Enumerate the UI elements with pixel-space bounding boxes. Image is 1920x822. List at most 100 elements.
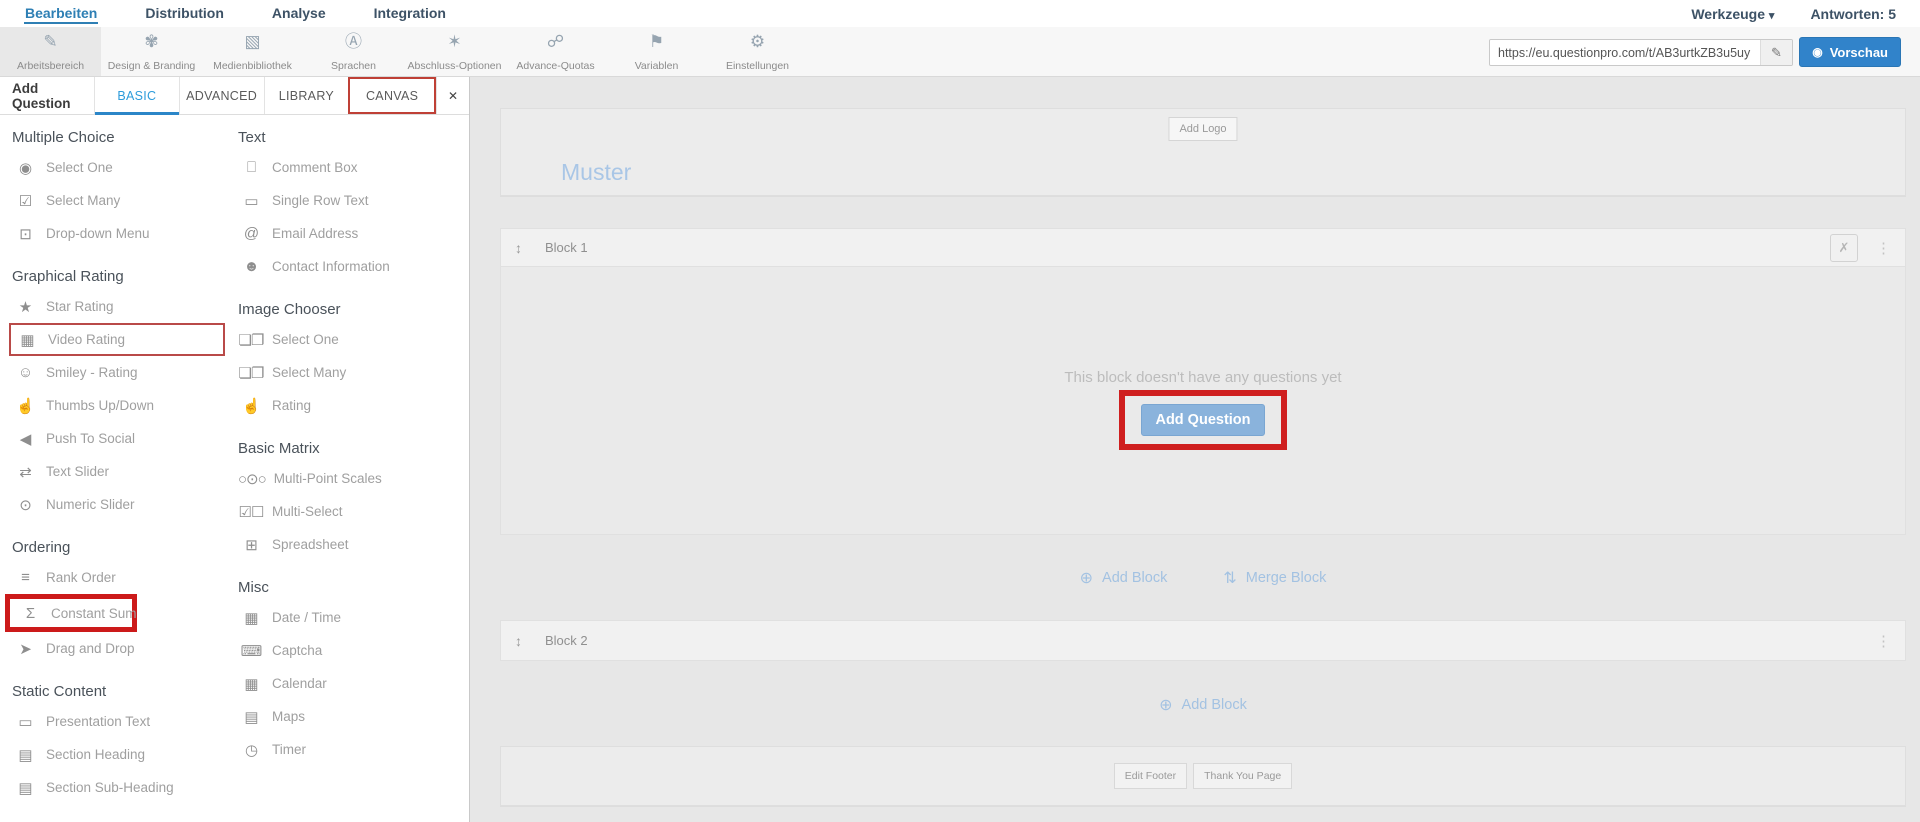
question-type-contact-information[interactable]: ☻ Contact Information: [238, 250, 458, 283]
drag-cursor-icon: ➤: [12, 640, 38, 658]
tab-library[interactable]: LIBRARY: [264, 77, 349, 114]
edit-footer-button[interactable]: Edit Footer: [1114, 763, 1187, 789]
heading-icon: ▤: [12, 746, 38, 764]
numeric-slider-icon: ⊙: [12, 496, 38, 514]
close-panel-button[interactable]: ✕: [436, 77, 469, 114]
question-type-multi-select[interactable]: ☑☐ Multi-Select: [238, 495, 458, 528]
edit-url-button[interactable]: ✎: [1760, 40, 1792, 65]
toolbar-item-label: Abschluss-Optionen: [408, 60, 502, 72]
responses-count[interactable]: Antworten: 5: [1810, 6, 1896, 22]
question-type-image-rating[interactable]: ☝ Rating: [238, 389, 458, 422]
question-type-label: Spreadsheet: [272, 537, 349, 552]
question-type-constant-sum[interactable]: Σ Constant Sum: [5, 594, 137, 632]
question-type-label: Video Rating: [48, 332, 125, 347]
question-type-maps[interactable]: ▤ Maps: [238, 700, 458, 733]
add-block-row-2: ⊕ Add Block: [500, 693, 1906, 717]
toolbar-item-arbeitsbereich[interactable]: ✎ Arbeitsbereich: [0, 27, 101, 76]
toolbar-item-design-branding[interactable]: ✾ Design & Branding: [101, 27, 202, 76]
toolbar-item-einstellungen[interactable]: ⚙ Einstellungen: [707, 27, 808, 76]
add-question-button[interactable]: Add Question: [1141, 404, 1264, 436]
question-type-image-select-one[interactable]: ❏❐ Select One: [238, 323, 458, 356]
toolbar-item-abschluss-optionen[interactable]: ✶ Abschluss-Optionen: [404, 27, 505, 76]
question-type-select-one[interactable]: ◉ Select One: [12, 151, 238, 184]
toolbar-item-sprachen[interactable]: Ⓐ Sprachen: [303, 27, 404, 76]
randomize-questions-button[interactable]: ✗: [1830, 234, 1858, 262]
question-type-email-address[interactable]: @ Email Address: [238, 217, 458, 250]
add-block-button[interactable]: ⊕ Add Block: [1080, 568, 1168, 588]
question-type-date-time[interactable]: ▦ Date / Time: [238, 601, 458, 634]
tools-dropdown[interactable]: Werkzeuge ▾: [1691, 6, 1774, 22]
question-type-calendar[interactable]: ▦ Calendar: [238, 667, 458, 700]
question-type-drag-and-drop[interactable]: ➤ Drag and Drop: [12, 632, 238, 665]
add-logo-button[interactable]: Add Logo: [1168, 117, 1237, 141]
tab-canvas[interactable]: CANVAS: [348, 77, 436, 114]
question-type-select-many[interactable]: ☑ Select Many: [12, 184, 238, 217]
question-type-captcha[interactable]: ⌨ Captcha: [238, 634, 458, 667]
plus-circle-icon: ⊕: [1080, 568, 1093, 588]
section-title-graphical-rating: Graphical Rating: [12, 268, 238, 285]
question-type-section-heading[interactable]: ▤ Section Heading: [12, 738, 238, 771]
question-type-label: Timer: [272, 742, 306, 757]
nav-tab-distribution[interactable]: Distribution: [144, 3, 225, 24]
nav-tab-integration[interactable]: Integration: [373, 3, 447, 24]
add-block-button-2[interactable]: ⊕ Add Block: [1159, 695, 1247, 715]
survey-canvas: Add Logo Muster ↕ Block 1 ✗ ⋮ This block…: [470, 77, 1920, 822]
question-type-image-select-many[interactable]: ❏❐ Select Many: [238, 356, 458, 389]
thumbs-icon: ☝: [12, 397, 38, 415]
nav-tab-bearbeiten[interactable]: Bearbeiten: [24, 3, 98, 24]
languages-icon: Ⓐ: [345, 32, 362, 52]
question-type-thumbs-up-down[interactable]: ☝ Thumbs Up/Down: [12, 389, 238, 422]
toolbar-item-label: Medienbibliothek: [213, 60, 292, 72]
question-type-dropdown-menu[interactable]: ⊡ Drop-down Menu: [12, 217, 238, 250]
merge-icon: ⇅: [1223, 568, 1236, 588]
tab-basic[interactable]: BASIC: [94, 77, 179, 114]
image-select-many-icon: ❏❐: [238, 364, 264, 382]
merge-block-button[interactable]: ⇅ Merge Block: [1223, 568, 1326, 588]
survey-url-input[interactable]: [1490, 40, 1760, 65]
finish-options-icon: ✶: [447, 32, 461, 52]
at-icon: @: [238, 225, 264, 242]
question-type-presentation-text[interactable]: ▭ Presentation Text: [12, 705, 238, 738]
preview-button[interactable]: ◉ Vorschau: [1799, 37, 1901, 67]
block-1-menu-icon[interactable]: ⋮: [1876, 239, 1891, 257]
question-type-multi-point-scales[interactable]: ○⊙○ Multi-Point Scales: [238, 462, 458, 495]
question-type-label: Select Many: [272, 365, 346, 380]
question-type-numeric-slider[interactable]: ⊙ Numeric Slider: [12, 488, 238, 521]
block-2-name[interactable]: Block 2: [545, 633, 588, 648]
collapse-block-icon[interactable]: ↕: [515, 240, 531, 256]
dropdown-icon: ⊡: [12, 225, 38, 243]
block-1-name[interactable]: Block 1: [545, 240, 588, 255]
single-row-icon: ▭: [238, 192, 264, 210]
tools-dropdown-label: Werkzeuge: [1691, 6, 1765, 22]
toolbar-item-advance-quotas[interactable]: ☍ Advance-Quotas: [505, 27, 606, 76]
question-type-single-row-text[interactable]: ▭ Single Row Text: [238, 184, 458, 217]
expand-block-icon[interactable]: ↕: [515, 633, 531, 649]
nav-tab-analyse[interactable]: Analyse: [271, 3, 327, 24]
question-type-smiley-rating[interactable]: ☺ Smiley - Rating: [12, 356, 238, 389]
toolbar-item-medienbibliothek[interactable]: ▧ Medienbibliothek: [202, 27, 303, 76]
question-type-timer[interactable]: ◷ Timer: [238, 733, 458, 766]
image-select-one-icon: ❏❐: [238, 331, 264, 349]
toolbar-item-label: Sprachen: [331, 60, 376, 72]
tab-advanced[interactable]: ADVANCED: [179, 77, 264, 114]
thank-you-page-button[interactable]: Thank You Page: [1193, 763, 1292, 789]
multi-select-icon: ☑☐: [238, 503, 264, 521]
question-type-video-rating[interactable]: ▦ Video Rating: [9, 323, 225, 356]
block-2-menu-icon[interactable]: ⋮: [1876, 632, 1891, 650]
film-icon: ▦: [14, 331, 40, 349]
question-type-text-slider[interactable]: ⇄ Text Slider: [12, 455, 238, 488]
question-type-label: Calendar: [272, 676, 327, 691]
question-type-rank-order[interactable]: ≡ Rank Order: [12, 561, 238, 594]
question-type-spreadsheet[interactable]: ⊞ Spreadsheet: [238, 528, 458, 561]
question-type-section-sub-heading[interactable]: ▤ Section Sub-Heading: [12, 771, 238, 804]
question-type-label: Rating: [272, 398, 311, 413]
survey-title[interactable]: Muster: [561, 159, 631, 186]
question-type-comment-box[interactable]: ⎕ Comment Box: [238, 151, 458, 184]
toolbar-item-variablen[interactable]: ⚑ Variablen: [606, 27, 707, 76]
toolbar-item-label: Advance-Quotas: [516, 60, 594, 72]
question-type-push-to-social[interactable]: ◀ Push To Social: [12, 422, 238, 455]
question-type-star-rating[interactable]: ★ Star Rating: [12, 290, 238, 323]
panel-column-2: Text ⎕ Comment Box ▭ Single Row Text @ E…: [238, 129, 458, 804]
pencil-icon: ✎: [1771, 45, 1782, 61]
question-type-label: Comment Box: [272, 160, 358, 175]
